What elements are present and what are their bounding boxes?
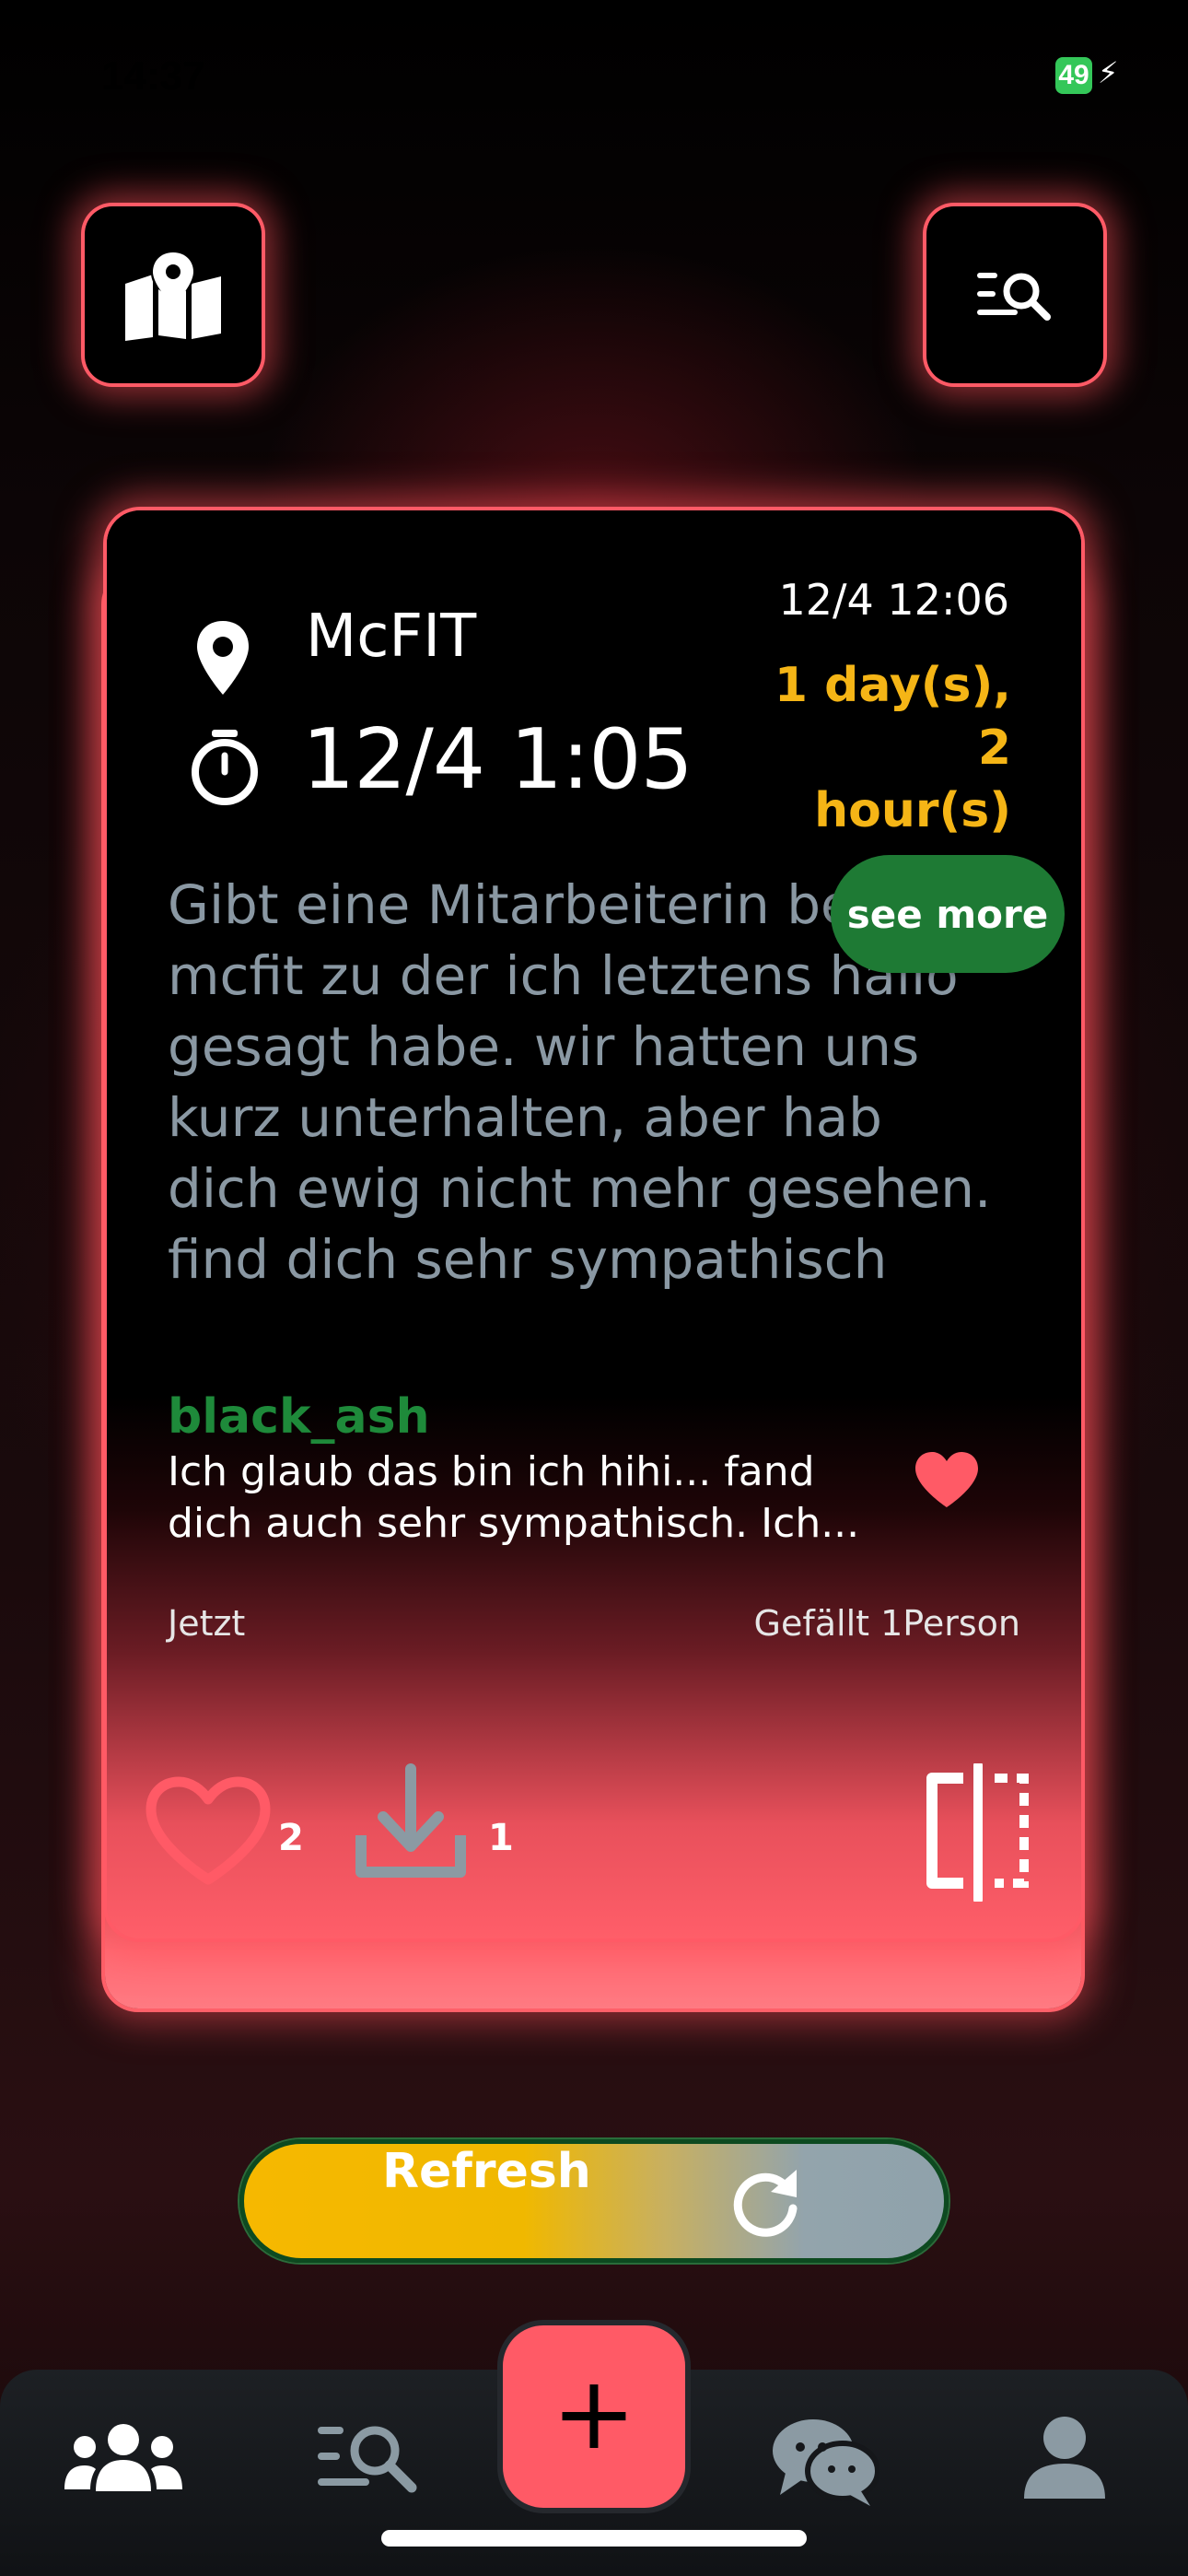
tab-chat[interactable] [755,2406,893,2517]
elapsed-line: 2 [977,720,1011,776]
home-indicator [381,2530,807,2547]
chat-icon [773,2419,879,2506]
location-name: McFIT [306,603,477,671]
elapsed-line: hour(s) [814,783,1011,838]
see-more-button[interactable]: see more [831,855,1065,973]
post-card[interactable]: McFIT 12/4 1:05 12/4 12:06 1 day(s), 2 h… [107,510,1081,1938]
status-time: 14:37 [101,53,205,99]
tab-community[interactable] [59,2406,188,2508]
map-pin-icon [125,251,221,341]
refresh-label: Refresh [382,2144,591,2199]
elapsed-line: 1 day(s), [774,658,1011,713]
plus-icon: + [551,2354,637,2472]
map-marker-icon [197,621,249,695]
likes-label: Gefällt 1Person [753,1603,1020,1644]
split-view-icon[interactable] [921,1763,1035,1902]
search-filter-button[interactable] [926,206,1103,383]
meet-time: 12/4 1:05 [302,711,693,808]
stopwatch-icon [192,730,258,805]
users-icon [64,2424,182,2491]
list-search-icon [977,273,1051,321]
refresh-button[interactable]: Refresh [239,2139,949,2263]
heart-outline-icon[interactable] [144,1774,273,1887]
elapsed-time: 1 day(s), 2 hour(s) [735,654,1011,842]
battery-indicator: 49 [1055,57,1092,94]
like-count: 2 [278,1817,304,1859]
time-label: Jetzt [168,1603,246,1644]
list-search-icon [318,2426,417,2493]
tab-profile[interactable] [1000,2406,1129,2508]
download-icon[interactable] [354,1763,468,1881]
reply-text: Ich glaub das bin ich hihi... fand dich … [168,1448,860,1547]
reply-username[interactable]: black_ash [168,1389,430,1445]
bolt-icon: ⚡ [1098,55,1119,90]
refresh-icon [733,2170,798,2237]
post-date: 12/4 12:06 [778,575,1009,625]
create-post-button[interactable]: + [497,2320,691,2513]
heart-filled-icon[interactable] [914,1450,980,1509]
save-count: 1 [488,1817,514,1859]
map-button[interactable] [85,206,262,383]
tab-search[interactable] [304,2406,433,2508]
profile-icon [1024,2417,1105,2499]
